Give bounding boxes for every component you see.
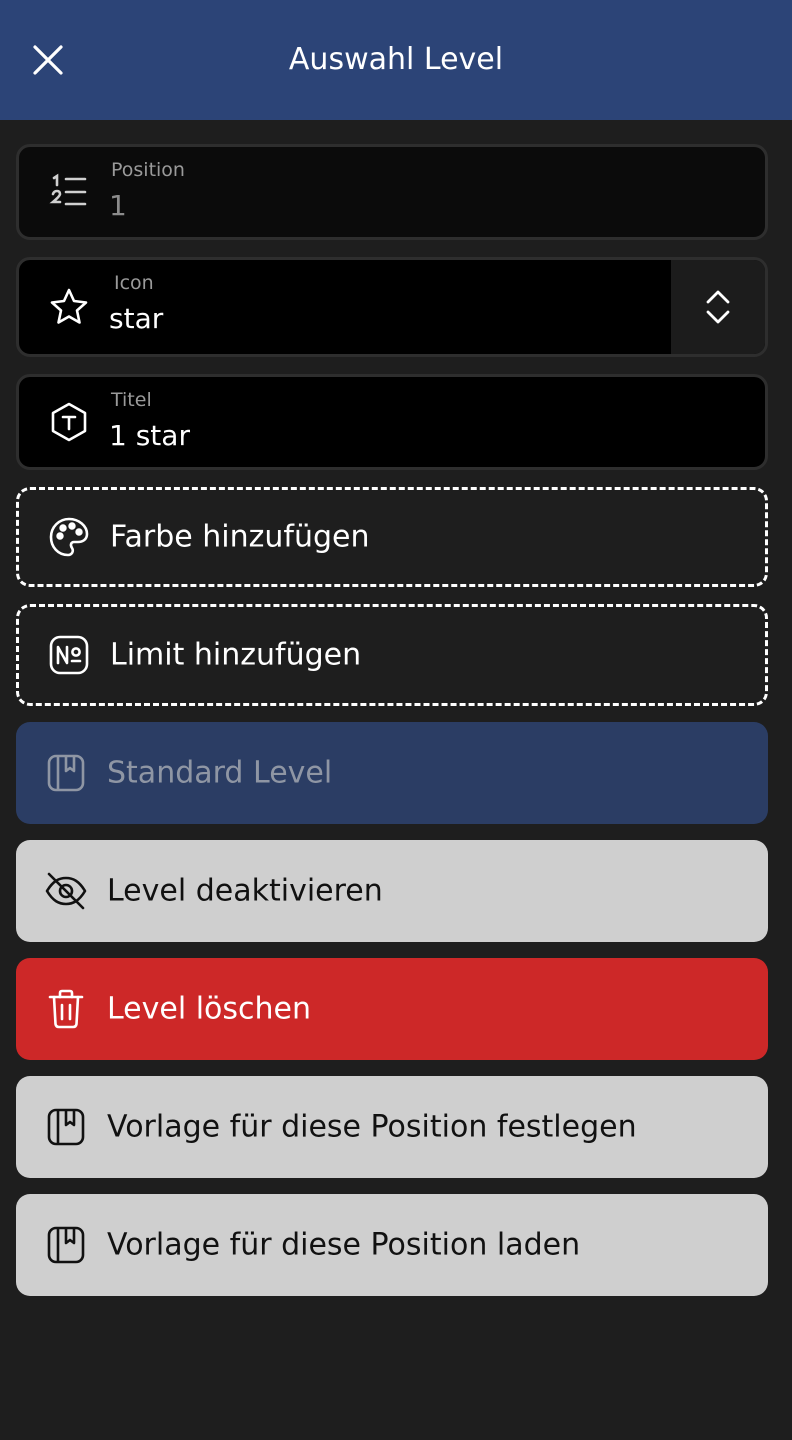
standard-level-button[interactable]: Standard Level	[16, 722, 768, 824]
set-template-button[interactable]: Vorlage für diese Position festlegen	[16, 1076, 768, 1178]
palette-icon	[47, 515, 91, 559]
star-icon	[47, 285, 91, 329]
close-button[interactable]	[26, 38, 70, 82]
position-value: 1	[109, 189, 127, 222]
bookmark-book-icon	[44, 1223, 88, 1267]
chevron-up-down-icon	[705, 289, 731, 325]
set-template-label: Vorlage für diese Position festlegen	[107, 1109, 637, 1145]
delete-level-button[interactable]: Level löschen	[16, 958, 768, 1060]
add-limit-button[interactable]: Limit hinzufügen	[16, 604, 768, 706]
page-title: Auswahl Level	[288, 42, 504, 77]
icon-label: Icon	[114, 272, 154, 294]
header-bar: Auswahl Level	[0, 0, 792, 120]
icon-select-toggle[interactable]	[671, 260, 765, 354]
add-color-label: Farbe hinzufügen	[110, 519, 370, 555]
add-limit-label: Limit hinzufügen	[110, 637, 362, 673]
close-icon	[32, 44, 64, 76]
title-label: Titel	[111, 389, 152, 411]
bookmark-book-icon	[44, 1105, 88, 1149]
text-hexagon-icon	[47, 400, 91, 444]
standard-level-label: Standard Level	[107, 755, 333, 791]
position-field[interactable]: Position 1	[16, 144, 768, 240]
icon-select-field[interactable]: Icon star	[16, 257, 768, 357]
bookmark-book-icon	[44, 751, 88, 795]
trash-icon	[44, 987, 88, 1031]
title-value: 1 star	[109, 419, 190, 452]
delete-level-label: Level löschen	[107, 991, 312, 1027]
icon-value: star	[109, 302, 164, 335]
position-label: Position	[111, 159, 185, 181]
load-template-label: Vorlage für diese Position laden	[107, 1227, 581, 1263]
deactivate-level-label: Level deaktivieren	[107, 873, 383, 909]
add-color-button[interactable]: Farbe hinzufügen	[16, 487, 768, 587]
numero-icon	[47, 633, 91, 677]
eye-off-icon	[44, 869, 88, 913]
numbered-list-icon	[47, 170, 91, 214]
title-field[interactable]: Titel 1 star	[16, 374, 768, 470]
deactivate-level-button[interactable]: Level deaktivieren	[16, 840, 768, 942]
load-template-button[interactable]: Vorlage für diese Position laden	[16, 1194, 768, 1296]
